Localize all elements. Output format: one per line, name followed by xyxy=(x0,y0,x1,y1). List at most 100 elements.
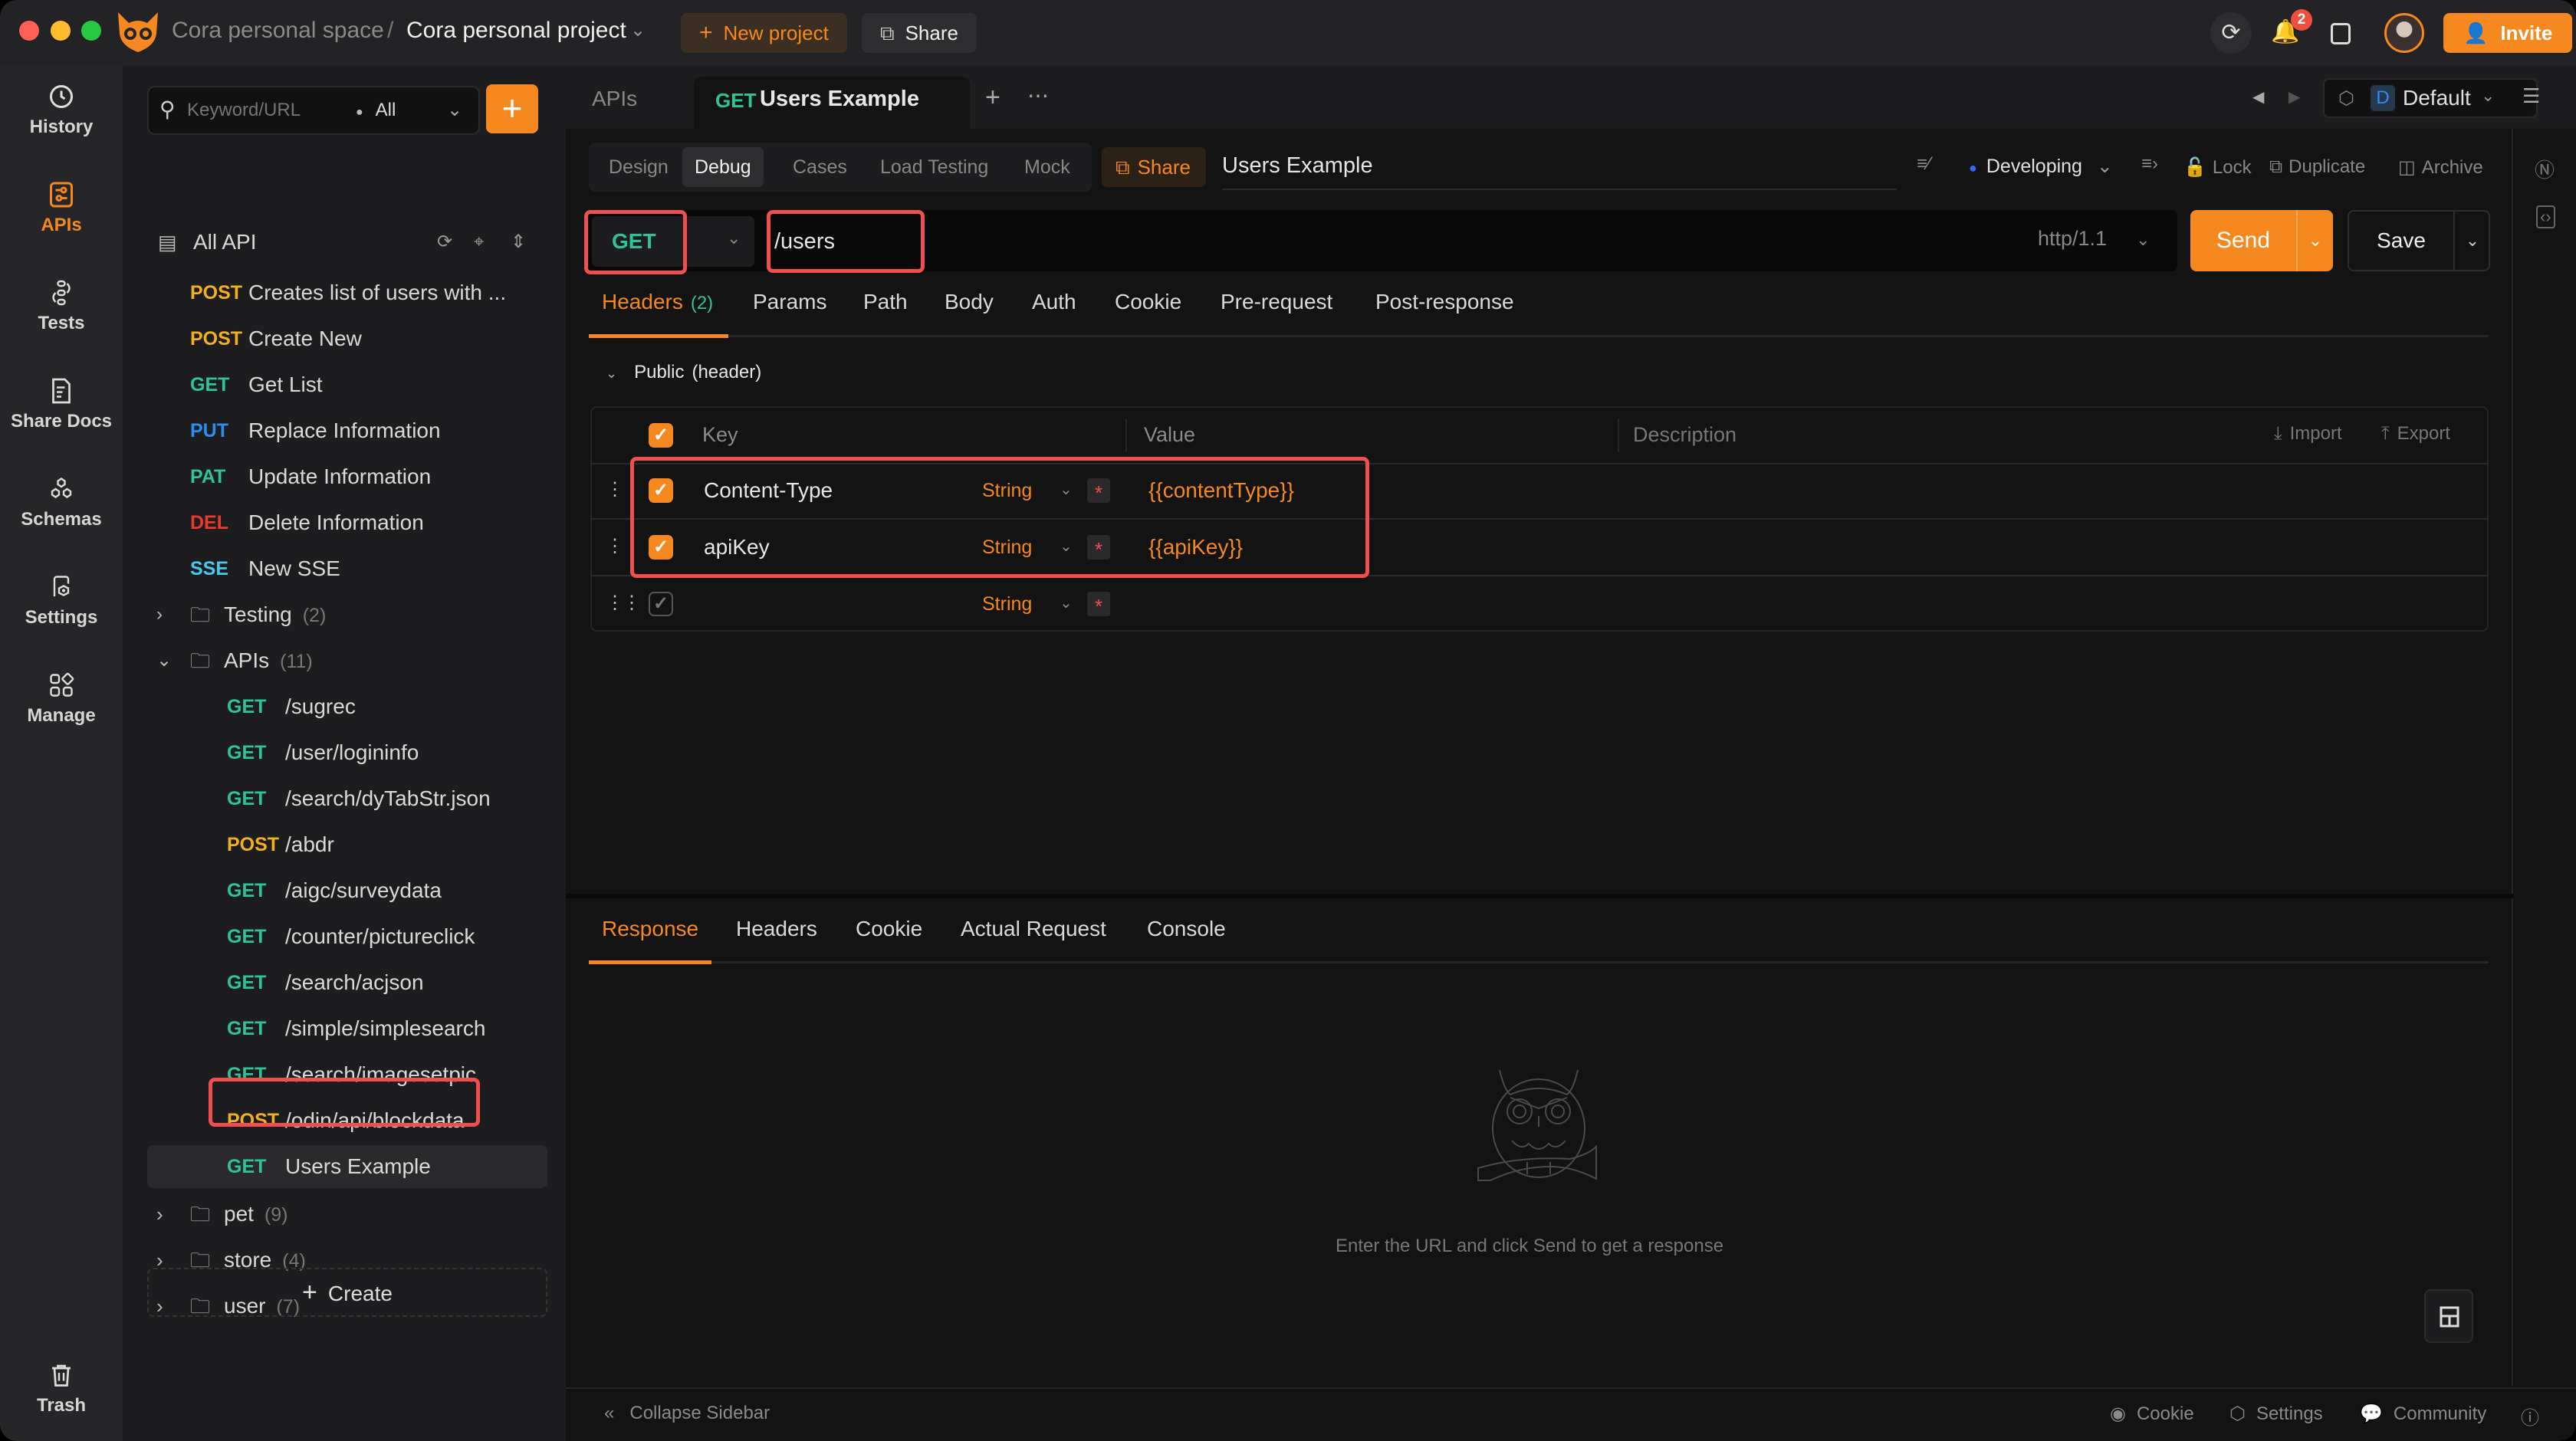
edit-description-icon[interactable]: ≡⁄ xyxy=(1917,153,1930,175)
invite-button[interactable]: 👤 Invite xyxy=(2443,13,2573,53)
api-list-item[interactable]: POST/abdr xyxy=(123,823,566,866)
rail-item-history[interactable]: History xyxy=(0,83,123,138)
project-breadcrumb[interactable]: Cora personal project xyxy=(406,15,626,46)
environment-settings-icon[interactable]: ⬡ xyxy=(2338,87,2354,110)
required-toggle-icon[interactable]: * xyxy=(1087,592,1110,618)
footer-settings-button[interactable]: ⬡ Settings xyxy=(2229,1403,2323,1425)
api-list-item[interactable]: GET/user/logininfo xyxy=(123,731,566,774)
folder-item[interactable]: ⌄ 🗀 APIs (11) xyxy=(123,639,566,682)
api-list-item[interactable]: PAT Update Information xyxy=(123,455,566,498)
resp-tab-cookie[interactable]: Cookie xyxy=(856,917,922,941)
refresh-icon[interactable]: ⟳ xyxy=(437,221,452,264)
api-list-item[interactable]: GET/simple/simplesearch xyxy=(123,1007,566,1050)
tab-apis[interactable]: APIs xyxy=(592,87,637,111)
version-icon[interactable]: Ⓝ xyxy=(2535,155,2555,183)
chevron-right-icon[interactable]: › xyxy=(156,1193,163,1236)
api-name-field[interactable]: Users Example xyxy=(1222,153,1373,179)
tab-prev-icon[interactable]: ◀ xyxy=(2252,87,2264,107)
req-tab-pre-request[interactable]: Pre-request xyxy=(1221,290,1332,314)
help-icon[interactable]: ⓘ xyxy=(2521,1403,2539,1430)
type-select[interactable]: String xyxy=(982,593,1032,615)
archive-button[interactable]: ◫ Archive xyxy=(2398,156,2483,179)
close-window-button[interactable] xyxy=(19,21,39,41)
req-tab-cookie[interactable]: Cookie xyxy=(1115,290,1181,314)
duplicate-button[interactable]: ⧉ Duplicate xyxy=(2269,156,2365,178)
chevron-down-icon[interactable]: ⌄ xyxy=(156,639,172,682)
api-list-item[interactable]: GET/counter/pictureclick xyxy=(123,915,566,958)
new-project-button[interactable]: + New project xyxy=(681,13,847,53)
api-list-item[interactable]: GET Get List xyxy=(123,363,566,406)
menu-icon[interactable]: ☰ xyxy=(2522,84,2540,108)
outline-icon[interactable]: ≡› xyxy=(2141,153,2158,175)
rail-item-apis[interactable]: APIs xyxy=(0,181,123,236)
mode-tab-design[interactable]: Design xyxy=(609,147,669,187)
create-button[interactable]: + Create xyxy=(147,1268,547,1317)
req-tab-params[interactable]: Params xyxy=(753,290,826,314)
add-api-button[interactable]: + xyxy=(486,84,538,133)
export-button[interactable]: ⤒ Export xyxy=(2381,423,2450,445)
rail-item-settings[interactable]: Settings xyxy=(0,573,123,629)
folder-item[interactable]: › 🗀 Testing (2) xyxy=(123,593,566,636)
api-list-item[interactable]: GET/search/dyTabStr.json xyxy=(123,777,566,820)
share-api-button[interactable]: ⧉ Share xyxy=(1102,147,1206,187)
req-tab-path[interactable]: Path xyxy=(863,290,908,314)
mode-tab-cases[interactable]: Cases xyxy=(793,147,847,187)
footer-cookie-button[interactable]: ◉ Cookie xyxy=(2110,1403,2194,1425)
tab-users-example[interactable]: GET Users Example xyxy=(694,77,970,129)
api-list-item[interactable]: SSE New SSE xyxy=(123,547,566,590)
chevron-down-icon[interactable]: ⌄ xyxy=(1060,593,1073,612)
rail-item-trash[interactable]: Trash xyxy=(0,1361,123,1416)
share-project-button[interactable]: ⧉ Share xyxy=(862,13,977,53)
resp-tab-actual-request[interactable]: Actual Request xyxy=(961,917,1106,941)
search-input[interactable] xyxy=(187,95,325,126)
api-list-item[interactable]: POST Creates list of users with ... xyxy=(123,271,566,314)
api-list-item[interactable]: DEL Delete Information xyxy=(123,501,566,544)
mode-tab-mock[interactable]: Mock xyxy=(1024,147,1070,187)
environment-select[interactable]: ⬡ D Default ⌄ xyxy=(2323,78,2538,118)
notes-icon[interactable] xyxy=(2331,23,2351,44)
footer-community-button[interactable]: 💬 Community xyxy=(2360,1403,2486,1425)
folder-item[interactable]: › 🗀 pet (9) xyxy=(123,1193,566,1236)
sync-icon[interactable]: ⟳ xyxy=(2210,12,2252,54)
resp-tab-response[interactable]: Response xyxy=(602,917,698,941)
save-button[interactable]: Save xyxy=(2349,212,2453,270)
maximize-window-button[interactable] xyxy=(81,21,101,41)
req-tab-body[interactable]: Body xyxy=(945,290,994,314)
panel-splitter[interactable] xyxy=(566,894,2513,898)
avatar[interactable] xyxy=(2384,13,2424,53)
api-list-item[interactable]: POST Create New xyxy=(123,317,566,360)
chevron-down-icon[interactable]: ⌄ xyxy=(630,15,646,46)
filter-select[interactable]: ● All ⌄ xyxy=(356,87,462,133)
status-select[interactable]: ● Developing ⌄ xyxy=(1969,155,2113,178)
locate-icon[interactable]: ⌖ xyxy=(474,221,485,264)
expand-collapse-icon[interactable]: ⇕ xyxy=(511,221,526,264)
more-tabs-icon[interactable]: ⋯ xyxy=(1027,83,1049,108)
save-options-icon[interactable]: ⌄ xyxy=(2455,212,2490,270)
rail-item-schemas[interactable]: Schemas xyxy=(0,475,123,530)
api-list-item[interactable]: GET/sugrec xyxy=(123,685,566,728)
collapse-sidebar-button[interactable]: «Collapse Sidebar xyxy=(604,1403,770,1424)
minimize-window-button[interactable] xyxy=(51,21,71,41)
req-tab-headers[interactable]: Headers (2) xyxy=(602,290,713,314)
mode-tab-load-testing[interactable]: Load Testing xyxy=(880,147,988,187)
rail-item-manage[interactable]: Manage xyxy=(0,671,123,727)
drag-handle-icon[interactable]: ⋮⋮ xyxy=(606,592,641,614)
resp-tab-headers[interactable]: Headers xyxy=(736,917,817,941)
api-list-item[interactable]: PUT Replace Information xyxy=(123,409,566,452)
api-list-item[interactable]: GET Users Example xyxy=(147,1145,547,1188)
send-options-icon[interactable]: ⌄ xyxy=(2298,210,2333,271)
resp-tab-console[interactable]: Console xyxy=(1147,917,1226,941)
tab-next-icon[interactable]: ▶ xyxy=(2288,87,2300,107)
import-button[interactable]: ⤓ Import xyxy=(2274,423,2342,445)
send-button[interactable]: Send xyxy=(2190,210,2296,271)
select-all-checkbox[interactable]: ✓ xyxy=(649,423,673,448)
public-header-toggle[interactable]: ⌄ Public (header) xyxy=(606,362,761,383)
req-tab-post-response[interactable]: Post-response xyxy=(1375,290,1514,314)
workspace-breadcrumb[interactable]: Cora personal space xyxy=(172,15,384,46)
lock-button[interactable]: 🔓 Lock xyxy=(2183,156,2252,179)
req-tab-auth[interactable]: Auth xyxy=(1032,290,1076,314)
mode-tab-debug[interactable]: Debug xyxy=(682,147,764,187)
add-tab-icon[interactable]: + xyxy=(985,83,1001,113)
all-api-row[interactable]: ▤ All API ⟳ ⌖ ⇕ xyxy=(123,221,566,264)
api-list-item[interactable]: GET/search/acjson xyxy=(123,961,566,1004)
